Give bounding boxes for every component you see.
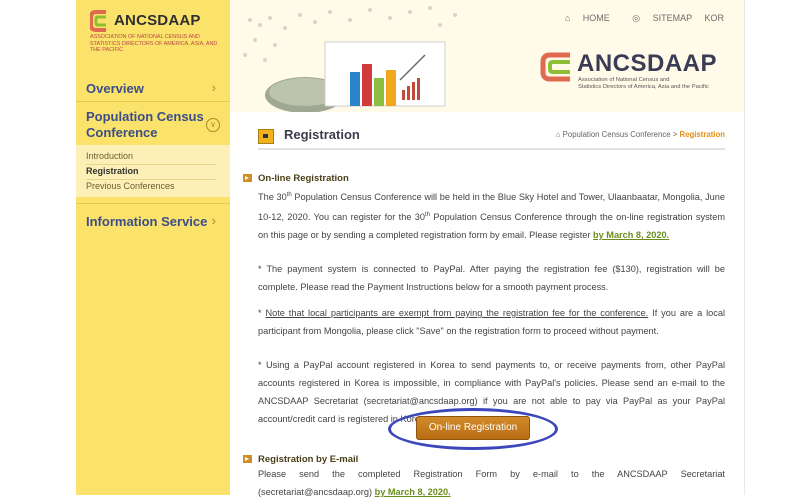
banner-tagline-line2: Statistics Directors of America, Asia an… <box>578 84 709 90</box>
nav-overview[interactable]: Overview › <box>76 80 230 102</box>
sitemap-link[interactable]: ◎ SITEMAP <box>622 13 692 23</box>
page-title-icon <box>258 129 274 144</box>
banner-tagline-line1: Association of National Census and <box>578 77 670 83</box>
subnav: Introduction Registration Previous Confe… <box>76 145 230 197</box>
email-deadline-link[interactable]: by March 8, 2020. <box>375 487 451 497</box>
online-registration-button[interactable]: On-line Registration <box>416 416 530 440</box>
site-logo[interactable]: ANCSDAAP ASSOCIATION OF NATIONAL CENSUS … <box>90 8 226 70</box>
p1-deadline-link[interactable]: by March 8, 2020. <box>593 230 669 240</box>
home-icon: ⌂ <box>555 130 561 139</box>
nav-overview-label: Overview <box>86 81 144 96</box>
nav-information-service-label: Information Service <box>86 214 208 229</box>
logo-mark-icon <box>90 10 106 32</box>
top-nav: ⌂ HOME ◎ SITEMAP KOR <box>545 13 724 24</box>
banner-title: ANCSDAAP <box>577 50 718 77</box>
subnav-divider <box>86 179 216 180</box>
breadcrumb-separator: > <box>672 130 678 139</box>
breadcrumb: ⌂ Population Census Conference > Registr… <box>556 130 725 139</box>
nav-population-census-line1: Population Census <box>86 109 204 124</box>
breadcrumb-current: Registration <box>679 130 726 139</box>
globe-icon: ◎ <box>632 13 641 23</box>
email-registration-title: Registration by E-mail <box>258 454 359 465</box>
email-text: Please send the completed Registration F… <box>258 469 725 497</box>
page-header: Registration ⌂ Population Census Confere… <box>258 124 725 152</box>
header-banner: ⌂ HOME ◎ SITEMAP KOR ANCSDAAP Associatio… <box>230 0 744 112</box>
logo-text: ANCSDAAP <box>114 12 201 29</box>
online-paragraph-1: The 30th Population Census Conference wi… <box>258 186 725 244</box>
subnav-divider <box>86 164 216 165</box>
home-link[interactable]: ⌂ HOME <box>555 13 610 23</box>
nav-population-census-line2: Conference <box>86 125 158 140</box>
chevron-down-circle-icon: ∨ <box>206 118 220 132</box>
p3-underlined-note: Note that local participants are exempt … <box>265 308 649 318</box>
subnav-previous-conferences[interactable]: Previous Conferences <box>86 181 220 191</box>
p1-text-a: The 30 <box>258 192 287 203</box>
header-rule <box>258 148 725 150</box>
language-link[interactable]: KOR <box>704 13 724 23</box>
breadcrumb-parent[interactable]: Population Census Conference <box>563 130 671 139</box>
banner-tagline: Association of National Census and Stati… <box>578 77 709 91</box>
home-label: HOME <box>582 13 610 23</box>
online-paragraph-3: * Note that local participants are exemp… <box>258 304 725 340</box>
subnav-introduction[interactable]: Introduction <box>86 151 220 161</box>
home-icon: ⌂ <box>564 13 571 23</box>
section-bullet-icon <box>243 455 252 463</box>
world-map-chart-illustration <box>243 6 457 112</box>
online-registration-title: On-line Registration <box>258 173 349 184</box>
page-title: Registration <box>284 127 360 142</box>
chevron-right-icon: › <box>211 80 216 95</box>
email-paragraph: Please send the completed Registration F… <box>258 465 725 501</box>
chevron-right-icon: › <box>211 213 216 228</box>
online-paragraph-2: * The payment system is connected to Pay… <box>258 264 725 292</box>
section-bullet-icon <box>243 174 252 182</box>
banner-logo-mark-icon <box>540 52 570 82</box>
page-edge <box>744 0 745 495</box>
nav-population-census-conference[interactable]: Population Census Conference ∨ <box>76 109 230 143</box>
divider <box>76 203 230 204</box>
sitemap-label: SITEMAP <box>652 13 692 23</box>
divider <box>76 101 230 102</box>
subnav-registration[interactable]: Registration <box>86 166 220 176</box>
logo-tagline: ASSOCIATION OF NATIONAL CENSUS AND STATI… <box>90 34 218 54</box>
nav-information-service[interactable]: Information Service › <box>76 213 230 235</box>
sidebar: ANCSDAAP ASSOCIATION OF NATIONAL CENSUS … <box>76 0 230 495</box>
